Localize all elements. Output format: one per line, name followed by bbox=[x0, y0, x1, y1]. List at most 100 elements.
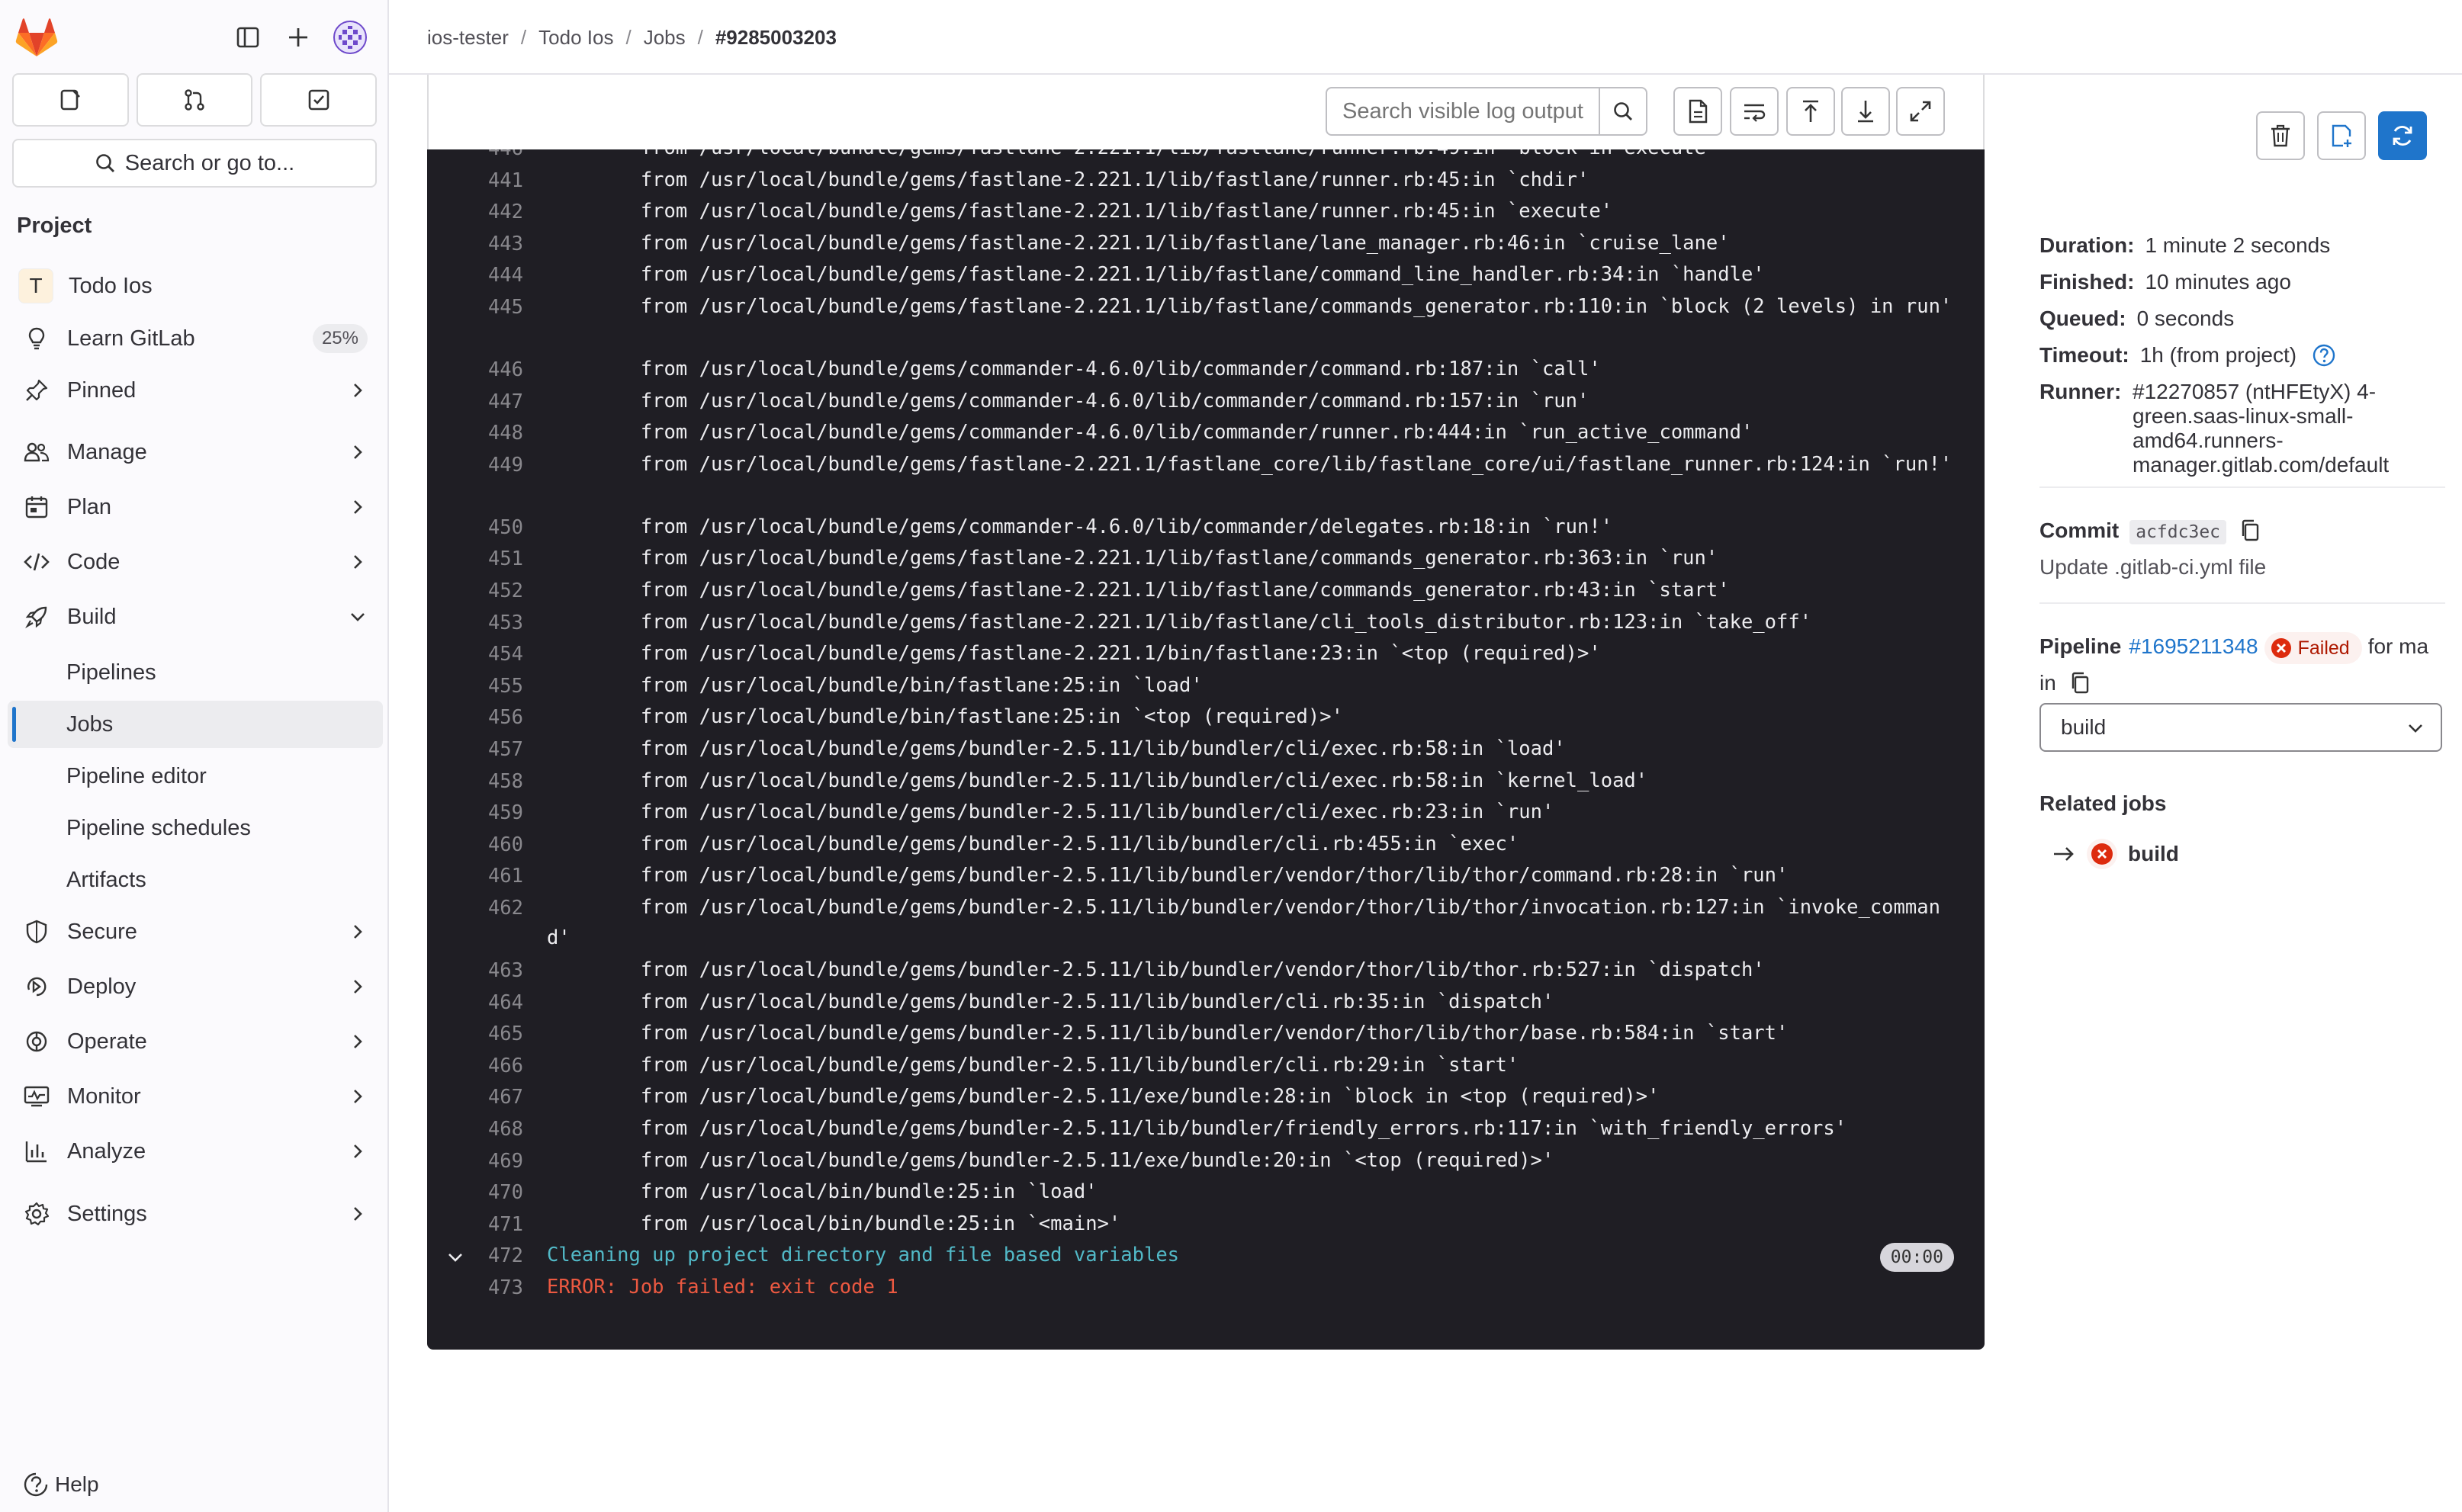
log-line-number[interactable]: 460 bbox=[458, 829, 523, 862]
sidebar-item-pipeline-schedules[interactable]: Pipeline schedules bbox=[8, 804, 383, 852]
log-line-number[interactable]: 450 bbox=[458, 512, 523, 544]
todo-list-button[interactable] bbox=[260, 73, 378, 127]
show-raw-button[interactable] bbox=[1673, 87, 1722, 136]
log-line-number[interactable]: 469 bbox=[458, 1145, 523, 1178]
log-line-number[interactable]: 443 bbox=[458, 228, 523, 261]
log-line-number[interactable]: 454 bbox=[458, 638, 523, 671]
log-line-number[interactable]: 453 bbox=[458, 607, 523, 640]
sidebar-item-settings[interactable]: Settings bbox=[8, 1190, 383, 1238]
search-or-go-button[interactable]: Search or go to... bbox=[12, 139, 377, 188]
sidebar-item-pinned[interactable]: Pinned bbox=[8, 367, 383, 414]
lightbulb-icon bbox=[23, 325, 50, 352]
log-line-number[interactable]: 451 bbox=[458, 543, 523, 576]
commit-sha[interactable]: acfdc3ec bbox=[2129, 520, 2227, 544]
log-line-number[interactable]: 462 bbox=[458, 892, 523, 925]
gitlab-logo-icon[interactable] bbox=[15, 17, 58, 58]
log-line-number[interactable]: 452 bbox=[458, 575, 523, 608]
breadcrumb-item-jobs[interactable]: Jobs bbox=[644, 26, 686, 50]
log-line-number[interactable]: 461 bbox=[458, 860, 523, 893]
breadcrumb-item-group[interactable]: ios-tester bbox=[427, 26, 509, 50]
create-new-button[interactable] bbox=[281, 20, 316, 55]
log-line-number[interactable]: 470 bbox=[458, 1177, 523, 1209]
sidebar-item-jobs[interactable]: Jobs bbox=[8, 701, 383, 748]
erase-job-button[interactable] bbox=[2256, 111, 2305, 160]
log-line-number[interactable]: 448 bbox=[458, 417, 523, 450]
breadcrumb-item-project[interactable]: Todo Ios bbox=[538, 26, 613, 50]
log-line-number[interactable]: 473 bbox=[458, 1272, 523, 1305]
sidebar-item-pipeline-editor[interactable]: Pipeline editor bbox=[8, 753, 383, 800]
log-line-number[interactable]: 444 bbox=[458, 259, 523, 292]
log-line-number[interactable]: 446 bbox=[458, 149, 523, 165]
log-line-number[interactable]: 456 bbox=[458, 701, 523, 734]
pipeline-link[interactable]: #1695211348 bbox=[2129, 634, 2258, 658]
retry-job-button[interactable] bbox=[2378, 111, 2427, 160]
log-line: 457 from /usr/local/bundle/gems/bundler-… bbox=[427, 734, 1985, 766]
fullscreen-button[interactable] bbox=[1896, 87, 1945, 136]
log-line-number[interactable]: 472 bbox=[458, 1240, 523, 1273]
new-issue-button[interactable] bbox=[2317, 111, 2366, 160]
sidebar-item-build[interactable]: Build bbox=[8, 593, 383, 640]
log-line-text: from /usr/local/bin/bundle:25:in `<main>… bbox=[547, 1212, 1121, 1235]
rocket-icon bbox=[23, 603, 50, 631]
log-line-number[interactable]: 449 bbox=[458, 449, 523, 482]
sidebar-item-artifacts[interactable]: Artifacts bbox=[8, 856, 383, 904]
log-search-button[interactable] bbox=[1599, 88, 1646, 134]
log-line-number[interactable]: 442 bbox=[458, 196, 523, 229]
status-badge[interactable]: Failed bbox=[2264, 631, 2362, 664]
stage-select[interactable]: build bbox=[2039, 703, 2442, 752]
log-line-number[interactable]: 455 bbox=[458, 670, 523, 703]
log-line-number[interactable]: 441 bbox=[458, 165, 523, 197]
log-line-number[interactable]: 466 bbox=[458, 1050, 523, 1083]
sidebar-item-manage[interactable]: Manage bbox=[8, 429, 383, 476]
scroll-to-top-button[interactable] bbox=[1786, 87, 1835, 136]
log-line-number[interactable]: 468 bbox=[458, 1113, 523, 1146]
merge-requests-button[interactable] bbox=[136, 73, 253, 127]
sidebar-item-analyze[interactable]: Analyze bbox=[8, 1128, 383, 1175]
sidebar-item-pipelines[interactable]: Pipelines bbox=[8, 649, 383, 696]
sidebar-item-learn-gitlab[interactable]: Learn GitLab 25% bbox=[8, 315, 383, 362]
sidebar-item-label: Manage bbox=[67, 439, 147, 464]
toggle-sidebar-button[interactable] bbox=[230, 20, 265, 55]
user-avatar-button[interactable] bbox=[333, 20, 368, 55]
sidebar-item-operate[interactable]: Operate bbox=[8, 1018, 383, 1065]
log-line-number[interactable]: 458 bbox=[458, 766, 523, 798]
log-search-input[interactable] bbox=[1327, 89, 1602, 133]
sidebar-quick-actions bbox=[12, 73, 378, 128]
sidebar-item-secure[interactable]: Secure bbox=[8, 908, 383, 955]
log-line: 445 from /usr/local/bundle/gems/fastlane… bbox=[427, 291, 1985, 352]
help-button[interactable]: Help bbox=[23, 1472, 99, 1498]
chevron-right-icon bbox=[354, 445, 362, 459]
log-line: 455 from /usr/local/bundle/bin/fastlane:… bbox=[427, 670, 1985, 703]
assigned-issues-button[interactable] bbox=[12, 73, 129, 127]
related-job-item[interactable]: build bbox=[2052, 839, 2179, 869]
search-icon bbox=[1614, 102, 1632, 120]
log-line: 471 from /usr/local/bin/bundle:25:in `<m… bbox=[427, 1209, 1985, 1241]
sidebar-item-code[interactable]: Code bbox=[8, 538, 383, 586]
copy-icon[interactable] bbox=[2070, 672, 2091, 695]
sidebar-item-deploy[interactable]: Deploy bbox=[8, 963, 383, 1010]
log-line-number[interactable]: 457 bbox=[458, 734, 523, 766]
breadcrumb-item-job-id[interactable]: #9285003203 bbox=[715, 26, 837, 50]
log-line-number[interactable]: 465 bbox=[458, 1018, 523, 1051]
sidebar-item-monitor[interactable]: Monitor bbox=[8, 1073, 383, 1120]
toggle-wrap-button[interactable] bbox=[1730, 87, 1779, 136]
log-line-number[interactable]: 467 bbox=[458, 1081, 523, 1114]
log-line-number[interactable]: 459 bbox=[458, 797, 523, 830]
calendar-icon bbox=[23, 493, 50, 521]
log-line-number[interactable]: 445 bbox=[458, 291, 523, 324]
sidebar-item-project[interactable]: T Todo Ios bbox=[8, 262, 383, 310]
log-line-number[interactable]: 447 bbox=[458, 386, 523, 419]
copy-icon[interactable] bbox=[2240, 519, 2261, 542]
commit-message[interactable]: Update .gitlab-ci.yml file bbox=[2039, 555, 2266, 579]
section-duration-badge: 00:00 bbox=[1879, 1243, 1954, 1273]
log-line: 472 Cleaning up project directory and fil… bbox=[427, 1240, 1985, 1273]
sidebar-item-plan[interactable]: Plan bbox=[8, 483, 383, 531]
log-line-number[interactable]: 463 bbox=[458, 955, 523, 987]
question-circle-icon[interactable] bbox=[2312, 343, 2336, 368]
log-line-number[interactable]: 471 bbox=[458, 1209, 523, 1241]
log-line-number[interactable]: 446 bbox=[458, 354, 523, 387]
finished-value: 10 minutes ago bbox=[2145, 270, 2291, 294]
log-line-number[interactable]: 464 bbox=[458, 987, 523, 1019]
pipeline-branch-tail[interactable]: in bbox=[2039, 671, 2056, 695]
scroll-to-bottom-button[interactable] bbox=[1841, 87, 1890, 136]
